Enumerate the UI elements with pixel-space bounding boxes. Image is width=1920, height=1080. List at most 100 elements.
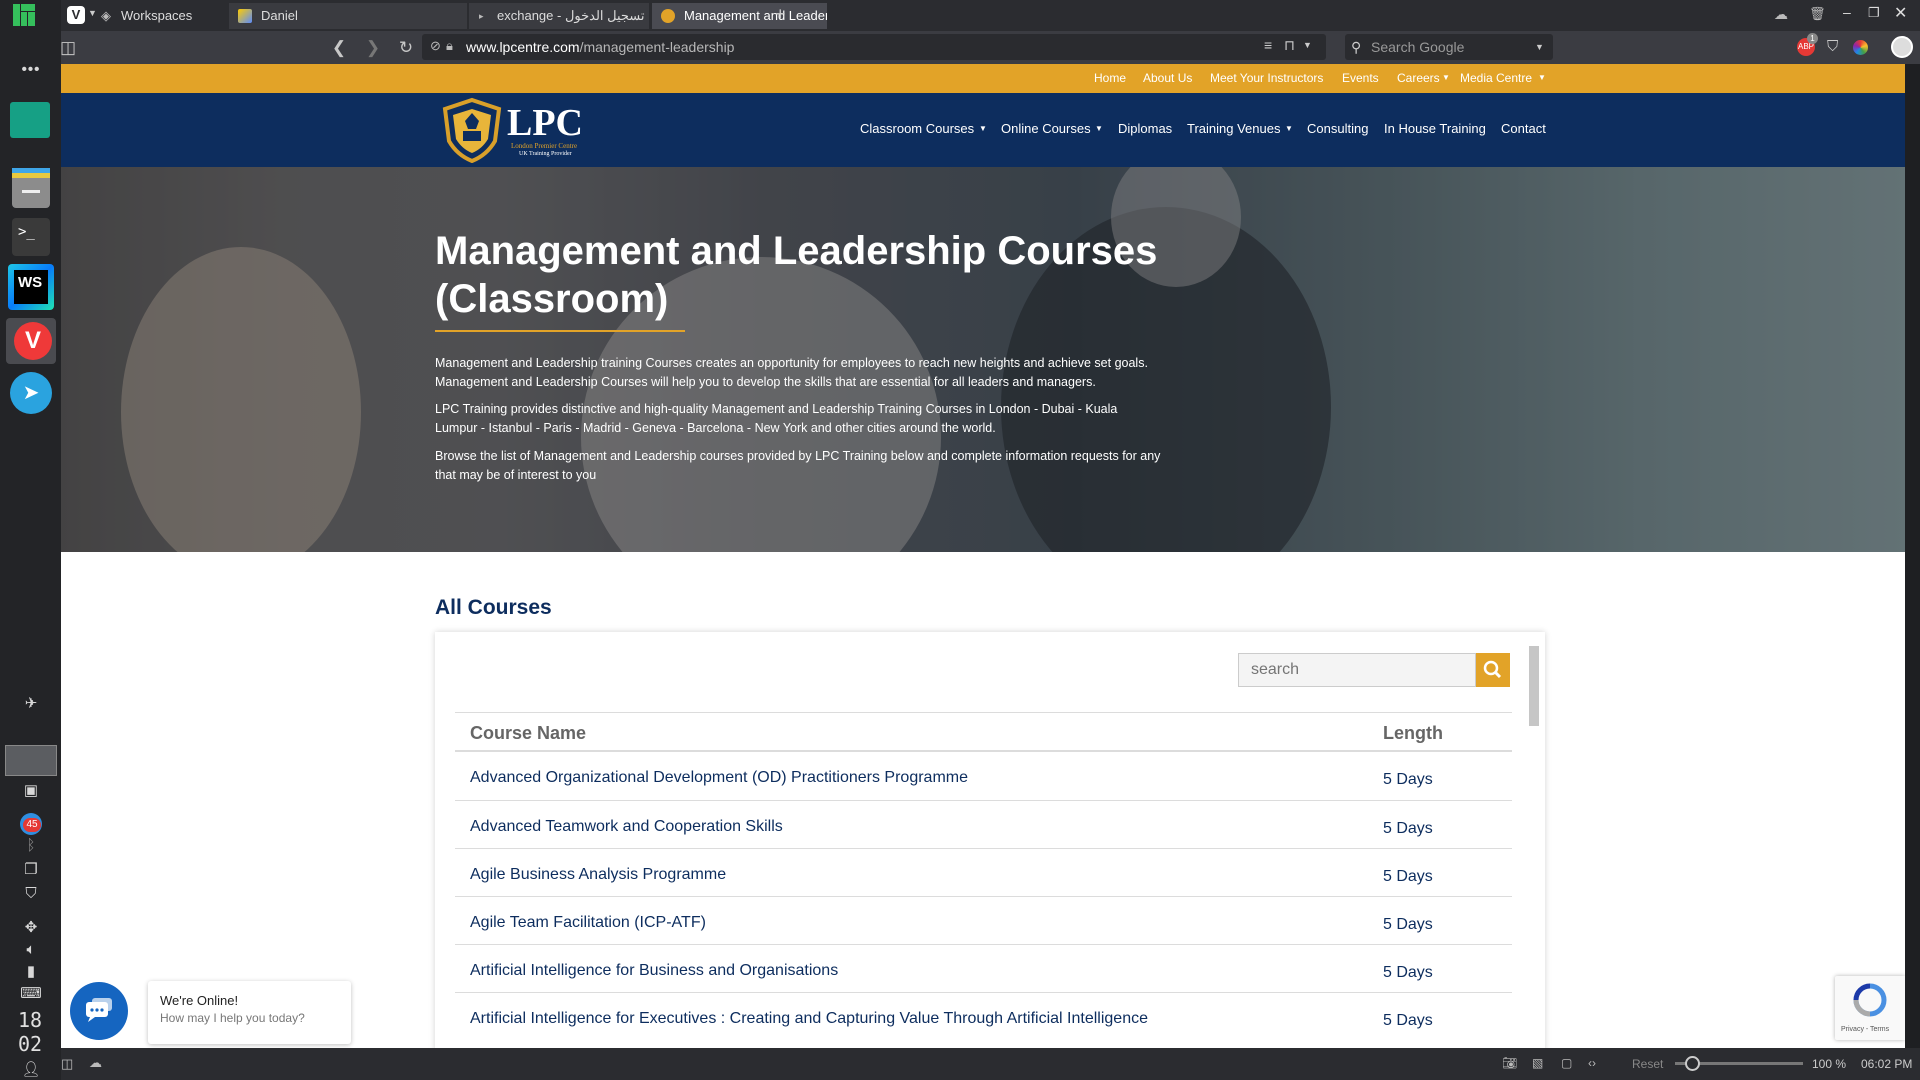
battery-icon[interactable]: ▮ (18, 964, 44, 980)
chevron-down-icon[interactable]: ▼ (1303, 40, 1312, 50)
new-tab-button[interactable]: + (775, 4, 786, 25)
course-link[interactable]: Agile Team Facilitation (ICP-ATF) (470, 914, 706, 932)
panel-scrollbar[interactable] (1529, 646, 1539, 726)
dropbox-icon[interactable]: ✥ (18, 920, 44, 936)
panel-icon[interactable]: ◫ (61, 1056, 73, 1072)
restore-button[interactable]: ❐ (1868, 5, 1880, 21)
top-link-careers[interactable]: Careers (1397, 71, 1440, 85)
reload-button[interactable]: ↻ (394, 36, 418, 60)
back-button[interactable]: ❮ (327, 36, 351, 60)
clock-hour[interactable]: 18 (18, 1008, 42, 1032)
more-icon[interactable]: ••• (18, 62, 44, 78)
table-row: Artificial Intelligence for Business and… (455, 944, 1512, 992)
nav-classroom-courses[interactable]: Classroom Courses (860, 121, 974, 136)
webstorm-icon[interactable]: WS (8, 264, 54, 310)
page-tiling-icon[interactable]: ▢ (1561, 1056, 1572, 1070)
adblock-extension-icon[interactable]: ABP 1 (1797, 33, 1818, 56)
network-icon[interactable]: ✈ (18, 696, 44, 712)
header-course-name[interactable]: Course Name (470, 723, 586, 744)
terminal-icon[interactable]: >_ (12, 218, 50, 256)
color-extension-icon[interactable] (1853, 40, 1868, 55)
top-link-instructors[interactable]: Meet Your Instructors (1210, 71, 1323, 85)
recaptcha-badge[interactable]: Privacy - Terms (1835, 976, 1905, 1040)
chrome-icon[interactable]: 45 (20, 813, 42, 835)
nav-contact[interactable]: Contact (1501, 121, 1546, 136)
manjaro-icon[interactable] (13, 4, 35, 26)
screen-icon[interactable]: ▣ (18, 783, 44, 799)
files-icon[interactable] (12, 168, 50, 208)
tab-exchange[interactable]: ▸ exchange - تسجيل الدخول ... (469, 3, 649, 29)
user-icon[interactable]: 👤︎ (18, 1062, 44, 1078)
top-link-home[interactable]: Home (1094, 71, 1126, 85)
nav-training-venues[interactable]: Training Venues (1187, 121, 1280, 136)
chat-icon (86, 998, 112, 1022)
course-search-input[interactable] (1238, 653, 1476, 687)
recaptcha-links[interactable]: Privacy - Terms (1841, 1026, 1889, 1033)
chevron-down-icon: ▼ (1442, 73, 1450, 82)
logo-tagline: UK Training Provider (519, 151, 572, 157)
screen-icon[interactable] (5, 745, 57, 776)
reader-view-icon[interactable]: ≡ (1264, 37, 1272, 53)
table-row: Agile Business Analysis Programme 5 Days (455, 848, 1512, 896)
site-logo[interactable]: LPC London Premier Centre UK Training Pr… (441, 97, 641, 163)
vivaldi-icon[interactable]: V (6, 318, 56, 364)
panel-toggle-icon[interactable]: ◫ (56, 36, 80, 60)
hero-underline (435, 330, 685, 332)
forward-button[interactable]: ❯ (361, 36, 385, 60)
clock-minute[interactable]: 02 (18, 1032, 42, 1056)
cloud-sync-icon[interactable]: ☁ (1774, 6, 1788, 23)
tab-daniel[interactable]: Daniel (229, 3, 467, 29)
bookmark-icon[interactable]: ⊓ (1284, 37, 1295, 54)
bluetooth-icon[interactable]: ᛒ (18, 838, 44, 854)
cloud-icon[interactable]: ☁ (89, 1055, 102, 1071)
clipboard-icon[interactable]: ❐ (18, 862, 44, 878)
search-button[interactable] (1476, 653, 1510, 687)
nav-consulting[interactable]: Consulting (1307, 121, 1368, 136)
nav-diplomas[interactable]: Diplomas (1118, 121, 1172, 136)
minimize-button[interactable]: – (1843, 4, 1851, 20)
live-chat-button[interactable] (70, 982, 128, 1040)
chat-greeting[interactable]: We're Online! How may I help you today? (148, 981, 351, 1044)
zoom-level: 100 % (1812, 1057, 1847, 1071)
top-link-about[interactable]: About Us (1143, 71, 1192, 85)
top-link-events[interactable]: Events (1342, 71, 1379, 85)
main-navigation: LPC London Premier Centre UK Training Pr… (61, 93, 1905, 167)
camera-icon[interactable]: 📷︎ (1502, 1056, 1517, 1070)
trash-icon[interactable]: 🗑︎ (1809, 6, 1826, 22)
zoom-reset-button[interactable]: Reset (1632, 1057, 1663, 1071)
image-icon[interactable]: ▧ (1532, 1056, 1543, 1070)
chevron-down-icon[interactable]: ▼ (88, 8, 97, 18)
header-length[interactable]: Length (1383, 723, 1443, 744)
close-window-button[interactable]: ✕ (1894, 3, 1907, 23)
play-icon: ▸ (479, 11, 484, 21)
course-link[interactable]: Artificial Intelligence for Business and… (470, 962, 838, 980)
shield-icon[interactable]: ⛉ (1827, 38, 1838, 55)
desktop-icon[interactable] (10, 102, 50, 138)
code-icon[interactable]: ‹› (1588, 1056, 1596, 1070)
chat-title: We're Online! (160, 993, 239, 1008)
table-row: Advanced Teamwork and Cooperation Skills… (455, 800, 1512, 848)
course-link[interactable]: Artificial Intelligence for Executives :… (470, 1010, 1148, 1028)
telegram-icon[interactable]: ➤ (10, 372, 52, 414)
url-field[interactable]: ⊘ 🔒︎ www.lpcentre.com/management-leaders… (422, 34, 1326, 60)
course-link[interactable]: Advanced Organizational Development (OD)… (470, 769, 968, 787)
zoom-slider-knob[interactable] (1685, 1056, 1700, 1071)
nav-in-house-training[interactable]: In House Training (1384, 121, 1486, 136)
course-link[interactable]: Advanced Teamwork and Cooperation Skills (470, 818, 783, 836)
course-link[interactable]: Agile Business Analysis Programme (470, 866, 726, 884)
tab-management-leadership[interactable]: Management and Leadershi (652, 3, 827, 29)
table-row: Agile Team Facilitation (ICP-ATF) 5 Days (455, 896, 1512, 944)
table-header: Course Name Length (455, 712, 1512, 752)
url-text: www.lpcentre.com/management-leadership (466, 39, 735, 55)
security-icon[interactable]: ⛉ (18, 886, 44, 902)
chevron-down-icon: ▼ (1538, 73, 1546, 82)
zoom-slider[interactable] (1675, 1056, 1803, 1071)
top-link-media-centre[interactable]: Media Centre (1460, 71, 1532, 85)
notification-badge: 45 (23, 818, 41, 832)
nav-online-courses[interactable]: Online Courses (1001, 121, 1091, 136)
volume-icon[interactable]: 🔈︎ (18, 942, 44, 958)
keyboard-icon[interactable]: ⌨ (18, 986, 44, 1002)
search-engine-field[interactable]: ⚲ Search Google ▼ (1345, 34, 1553, 60)
profile-avatar[interactable] (1891, 36, 1913, 58)
vivaldi-menu-button[interactable]: V (67, 6, 85, 24)
